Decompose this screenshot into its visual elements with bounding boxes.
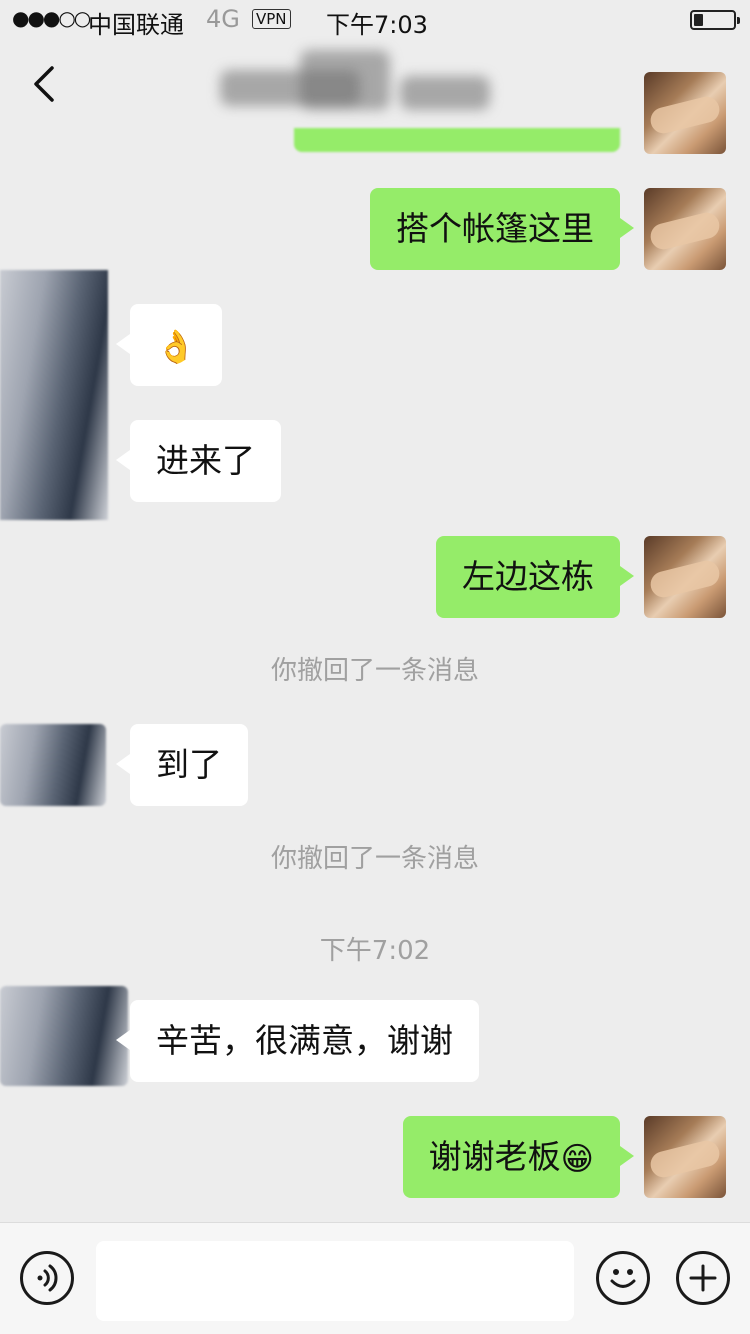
message-input[interactable] (96, 1241, 574, 1321)
avatar-self[interactable] (644, 188, 726, 270)
recall-notice: 你撤回了一条消息 (270, 656, 479, 686)
avatar-contact[interactable] (0, 270, 108, 520)
plus-icon[interactable] (676, 1251, 730, 1305)
timestamp: 下午7:02 (319, 936, 431, 966)
chat-title-redacted (200, 50, 550, 130)
chevron-left-icon[interactable] (30, 66, 56, 102)
message-bubble-partial (294, 128, 620, 152)
input-bar (0, 1222, 750, 1334)
emoji-icon[interactable] (596, 1251, 650, 1305)
message-bubble-sent[interactable]: 左边这栋 (436, 536, 634, 618)
signal-strength-icon: ●●●○○ (12, 6, 91, 30)
message-bubble-sent[interactable]: 搭个帐篷这里 (370, 188, 634, 270)
avatar-contact[interactable] (0, 724, 106, 806)
voice-icon[interactable] (20, 1251, 74, 1305)
status-bar: ●●●○○ 中国联通 4G VPN 下午7:03 (0, 0, 750, 40)
message-bubble-received[interactable]: 辛苦，很满意，谢谢 (116, 1000, 479, 1082)
grin-emoji: 😁 (560, 1139, 594, 1178)
ok-hand-emoji: 👌 (156, 327, 196, 366)
avatar-self[interactable] (644, 536, 726, 618)
carrier-name: 中国联通 (88, 11, 184, 39)
status-time: 下午7:03 (326, 11, 428, 39)
message-bubble-received[interactable]: 进来了 (116, 420, 281, 502)
message-bubble-sent[interactable]: 谢谢老板😁 (402, 1116, 635, 1198)
message-bubble-received[interactable]: 到了 (116, 724, 248, 806)
avatar-contact[interactable] (0, 986, 128, 1086)
message-bubble-received[interactable]: 👌 (116, 304, 222, 386)
recall-notice: 你撤回了一条消息 (270, 844, 479, 874)
avatar-self[interactable] (644, 1116, 726, 1198)
vpn-badge: VPN (252, 9, 291, 29)
message-list[interactable]: 搭个帐篷这里 👌 进来了 左边这栋 你撤回了一条消息 到了 你撤回了一条消息 下… (0, 72, 750, 1222)
avatar-self[interactable] (644, 72, 726, 154)
network-type: 4G (206, 5, 240, 33)
message-text: 谢谢老板 (428, 1137, 561, 1176)
chat-header (0, 40, 750, 128)
battery-icon (690, 10, 740, 30)
